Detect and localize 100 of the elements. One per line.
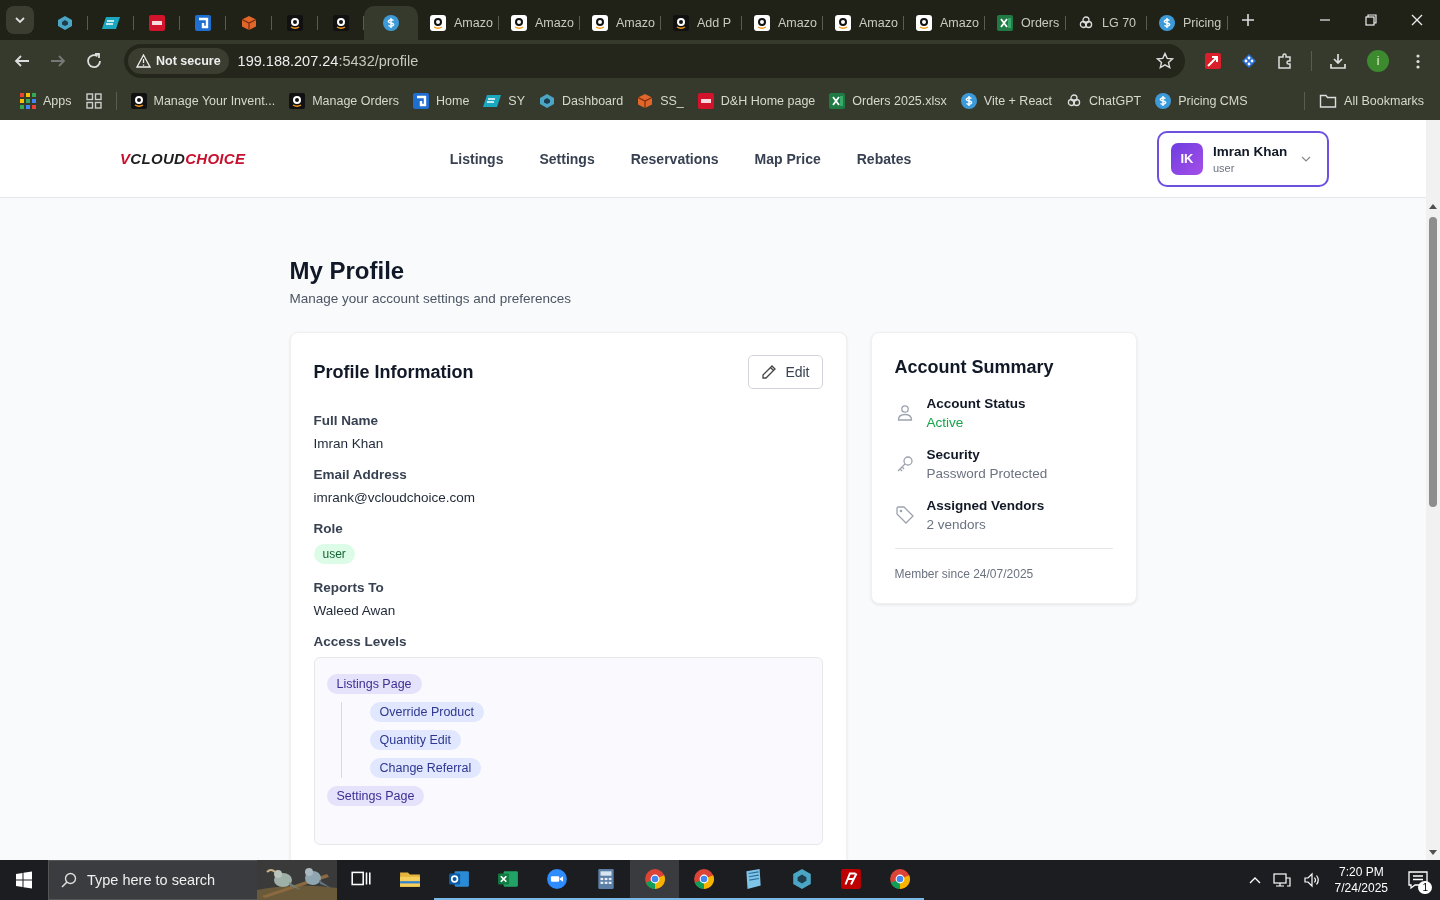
bookmark[interactable]: Vite + React bbox=[954, 87, 1058, 115]
browser-tab[interactable]: Add P bbox=[661, 6, 742, 40]
browser-tab[interactable]: Amazo bbox=[580, 6, 661, 40]
clock[interactable]: 7:20 PM 7/24/2025 bbox=[1326, 864, 1396, 896]
smile-icon bbox=[430, 15, 446, 31]
bookmark[interactable]: Manage Your Invent... bbox=[124, 87, 282, 115]
warning-icon bbox=[136, 54, 151, 68]
browser-tab[interactable]: Amazo bbox=[499, 6, 580, 40]
reload-icon bbox=[85, 52, 103, 70]
summary-label: Account Status bbox=[926, 396, 1026, 411]
nav-link[interactable]: Settings bbox=[539, 150, 595, 167]
summary-value: 2 vendors bbox=[926, 517, 987, 532]
spreadsheet-icon bbox=[829, 93, 846, 109]
bookmark[interactable]: Pricing CMS bbox=[1149, 87, 1254, 115]
profile-button[interactable]: i bbox=[1367, 50, 1389, 72]
chrome-icon bbox=[643, 868, 666, 890]
grid-icon bbox=[85, 93, 102, 109]
pencil-icon bbox=[761, 364, 778, 380]
chevron-icon bbox=[14, 14, 26, 26]
hexagon-icon bbox=[57, 15, 73, 31]
access-tag: Change Referral bbox=[369, 758, 482, 778]
browser-tab[interactable]: LG 70 bbox=[1066, 6, 1147, 40]
taskbar-app[interactable] bbox=[630, 860, 679, 900]
restore-icon bbox=[1364, 13, 1378, 27]
cube-icon bbox=[241, 15, 257, 31]
role-tag: user bbox=[313, 544, 355, 564]
square-icon bbox=[195, 15, 211, 31]
download-icon bbox=[1329, 52, 1347, 70]
bookmark[interactable]: Home bbox=[407, 87, 476, 115]
file-transfer-icon bbox=[839, 868, 862, 890]
security-chip[interactable]: Not secure bbox=[128, 48, 229, 74]
browser-tab[interactable]: Orders bbox=[985, 6, 1066, 40]
coin-icon bbox=[383, 15, 399, 31]
field-label: Email Address bbox=[313, 467, 408, 482]
puzzle-icon bbox=[1276, 52, 1294, 70]
url-text: 199.188.207.24:5432/profile bbox=[237, 53, 419, 69]
folder-icon bbox=[1319, 93, 1338, 109]
user-role: user bbox=[1213, 161, 1236, 174]
smile-icon bbox=[754, 15, 770, 31]
logo[interactable]: VCLOUDCHOICE bbox=[120, 150, 274, 167]
apps-icon bbox=[20, 93, 36, 109]
address-bar[interactable]: Not secure 199.188.207.24:5432/profile bbox=[124, 44, 1185, 78]
chevron-down-icon bbox=[1301, 155, 1311, 162]
bookmark[interactable]: Orders 2025.xlsx bbox=[823, 87, 953, 115]
chrome-icon bbox=[692, 868, 715, 890]
tag-icon bbox=[894, 505, 915, 525]
bookmark[interactable]: Manage Orders bbox=[283, 87, 405, 115]
cube-icon bbox=[637, 93, 654, 109]
browser-tab[interactable]: Amazo bbox=[823, 6, 904, 40]
windows-icon bbox=[15, 871, 33, 889]
access-tag: Settings Page bbox=[326, 786, 425, 806]
bookmark[interactable]: SY bbox=[477, 87, 531, 115]
nav-link[interactable]: Rebates bbox=[856, 150, 912, 167]
network-icon[interactable] bbox=[1272, 872, 1291, 888]
field-label: Reports To bbox=[313, 580, 385, 595]
all-bookmarks-button[interactable]: All Bookmarks bbox=[1313, 87, 1430, 115]
field-value: Imran Khan bbox=[313, 436, 385, 451]
bookmark[interactable]: SS_ bbox=[631, 87, 690, 115]
hexagon-icon bbox=[539, 93, 555, 109]
smile-icon bbox=[835, 15, 851, 31]
nav-link[interactable]: Reservations bbox=[630, 150, 719, 167]
bookmark[interactable]: Apps bbox=[14, 87, 78, 115]
knot-icon bbox=[1078, 15, 1094, 31]
field-value: imrank@vcloudchoice.com bbox=[313, 490, 476, 505]
coin-icon bbox=[1159, 15, 1175, 31]
browser-tab[interactable]: Amazo bbox=[418, 6, 499, 40]
chevron-up-icon[interactable] bbox=[1248, 876, 1261, 884]
plus-icon bbox=[1241, 13, 1255, 27]
user-menu-button[interactable]: IK Imran Khan user bbox=[1157, 130, 1329, 187]
spreadsheet-icon bbox=[997, 15, 1013, 31]
page-subtitle: Manage your account settings and preferences bbox=[289, 291, 572, 306]
access-tag: Override Product bbox=[369, 702, 484, 722]
bookmark[interactable]: Dashboard bbox=[533, 87, 630, 115]
browser-tab[interactable] bbox=[364, 6, 418, 40]
nav-link[interactable]: Map Price bbox=[754, 150, 821, 167]
bookmark[interactable]: D&H Home page bbox=[691, 87, 822, 115]
tab-search-button[interactable] bbox=[6, 6, 34, 34]
edit-button[interactable]: Edit bbox=[748, 355, 823, 389]
field-label: Full Name bbox=[313, 413, 379, 428]
knot-icon bbox=[1066, 93, 1082, 109]
hexagon-icon bbox=[790, 868, 813, 890]
browser-tab[interactable]: Amazo bbox=[742, 6, 823, 40]
chrome-icon bbox=[888, 868, 911, 890]
smile-icon bbox=[289, 93, 306, 109]
square-icon bbox=[697, 93, 714, 109]
browser-tab[interactable]: Pricing bbox=[1147, 6, 1228, 40]
field-value: Waleed Awan bbox=[313, 603, 397, 618]
volume-icon[interactable] bbox=[1302, 872, 1321, 888]
summary-value: Active bbox=[926, 415, 965, 430]
summary-value: Password Protected bbox=[926, 466, 1048, 481]
bookmark[interactable]: ChatGPT bbox=[1060, 87, 1148, 115]
notification-count: 1 bbox=[1418, 881, 1432, 894]
smile-icon bbox=[916, 15, 932, 31]
nav-link[interactable]: Listings bbox=[449, 150, 504, 167]
browser-tab[interactable]: Amazo bbox=[904, 6, 985, 40]
card-title: Profile Information bbox=[313, 361, 474, 383]
access-tag: Listings Page bbox=[326, 674, 422, 694]
notifications-icon[interactable] bbox=[1407, 870, 1429, 890]
scrollbar[interactable] bbox=[1426, 120, 1440, 860]
coin-icon bbox=[1155, 93, 1172, 109]
